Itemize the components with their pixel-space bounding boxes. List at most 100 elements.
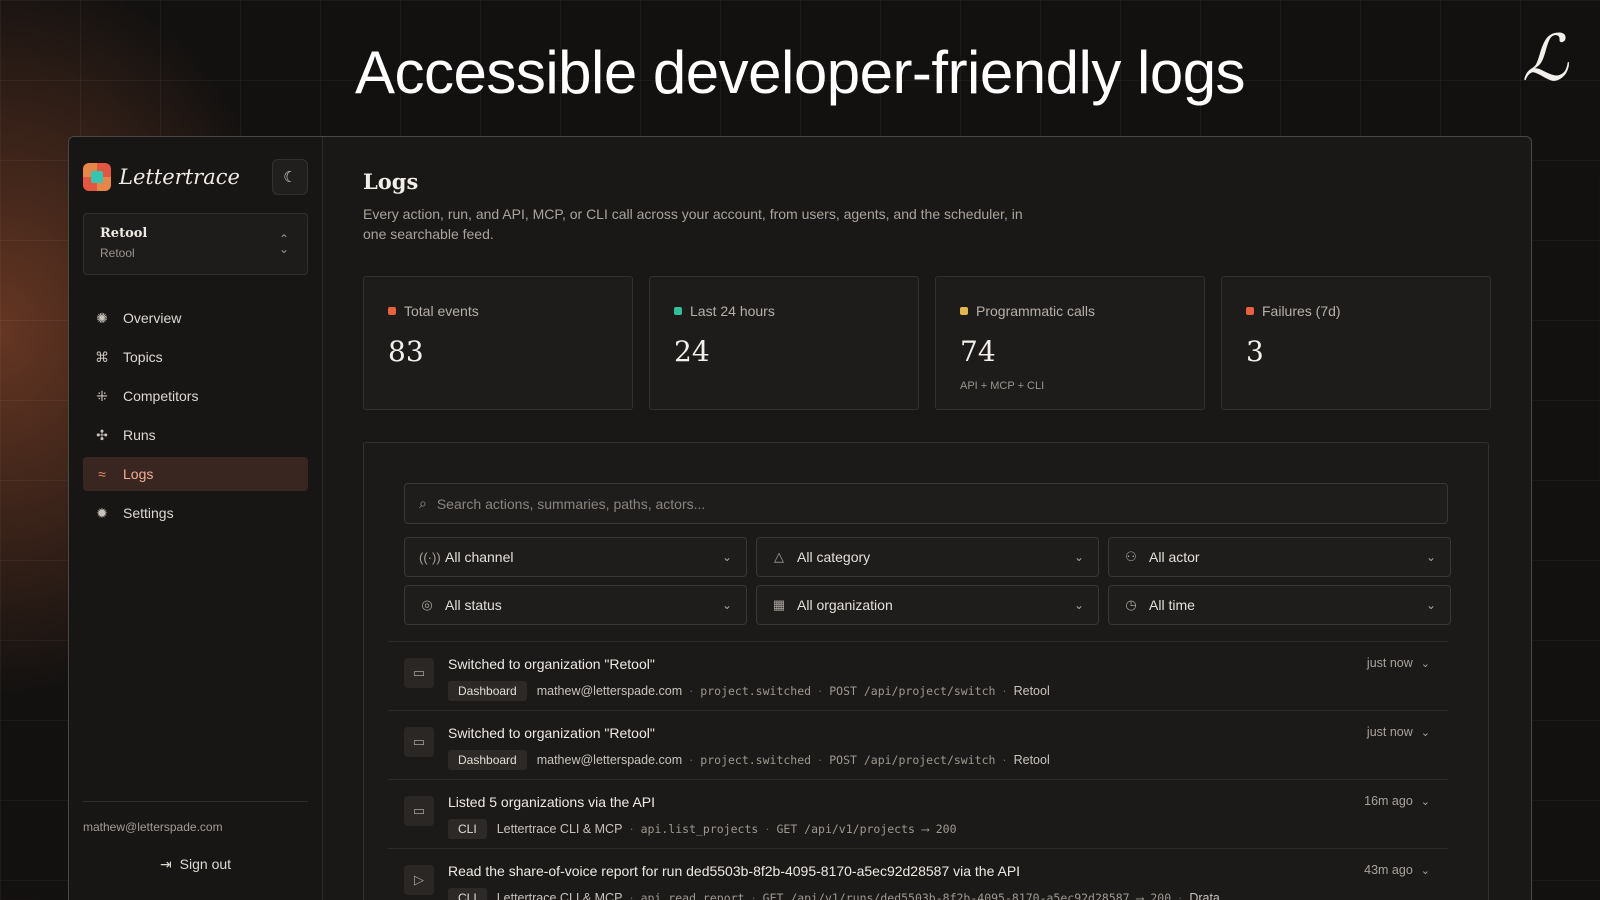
chevron-down-icon: ⌄ — [1420, 658, 1430, 670]
stat-card-programmatic-calls: Programmatic calls 74 API + MCP + CLI — [935, 276, 1205, 410]
stat-value: 3 — [1246, 335, 1264, 368]
time-filter[interactable]: ◷ All time ⌄ — [1108, 585, 1451, 625]
separator-dot: · — [818, 684, 823, 698]
log-list: ▭ Switched to organization "Retool" Dash… — [388, 641, 1448, 900]
category-filter[interactable]: △ All category ⌄ — [756, 537, 1099, 577]
stat-label: Programmatic calls — [976, 303, 1096, 319]
organization-filter[interactable]: ▦ All organization ⌄ — [756, 585, 1099, 625]
channel-tag: CLI — [448, 888, 487, 900]
chevron-down-icon: ⌄ — [721, 598, 732, 612]
log-actor: mathew@letterspade.com — [536, 753, 683, 767]
sidebar-item-settings[interactable]: ✹ Settings — [83, 496, 308, 530]
status-dot-icon — [388, 307, 396, 315]
log-time-label: just now — [1366, 725, 1413, 739]
shapes-icon: △ — [774, 549, 784, 564]
channel-filter[interactable]: ((·)) All channel ⌄ — [404, 537, 747, 577]
status-dot-icon — [674, 307, 682, 315]
sidebar-item-label: Runs — [123, 427, 156, 443]
chevron-up-down-icon: ⌃ ⌄ — [278, 232, 289, 256]
search-bar: ⌕ — [404, 483, 1448, 524]
lettertrace-logo-icon — [83, 163, 111, 191]
sidebar-item-competitors[interactable]: ⁜ Competitors — [83, 379, 308, 413]
brand-row: Lettertrace ☾ — [83, 159, 308, 195]
separator-dot: · — [1002, 684, 1007, 698]
separator-dot: · — [1178, 891, 1183, 900]
sidebar-item-label: Settings — [123, 505, 174, 521]
separator-dot: · — [629, 822, 634, 836]
actor-filter[interactable]: ⚇ All actor ⌄ — [1108, 537, 1451, 577]
stat-card-failures: Failures (7d) 3 — [1221, 276, 1491, 410]
sidebar-item-topics[interactable]: ⌘ Topics — [83, 340, 308, 374]
log-body: Listed 5 organizations via the API CLI L… — [448, 794, 957, 839]
sidebar-item-logs[interactable]: ≈ Logs — [83, 457, 308, 491]
log-title: Read the share-of-voice report for run d… — [448, 863, 1021, 879]
chevron-down-icon: ⌄ — [1420, 865, 1430, 877]
log-time[interactable]: just now ⌄ — [1367, 656, 1430, 670]
status-dot-icon — [1246, 307, 1254, 315]
moon-icon: ☾ — [283, 169, 297, 186]
log-row[interactable]: ▷ Read the share-of-voice report for run… — [388, 848, 1448, 900]
sign-out-button[interactable]: ⇥ Sign out — [83, 856, 308, 873]
folder-icon: ▭ — [404, 796, 434, 826]
filter-label: All category — [797, 549, 871, 565]
sidebar-item-label: Competitors — [123, 388, 199, 404]
log-actor: Lettertrace CLI & MCP — [496, 822, 623, 836]
topics-icon: ⌘ — [95, 348, 109, 365]
log-body: Read the share-of-voice report for run d… — [448, 863, 1220, 900]
log-body: Switched to organization "Retool" Dashbo… — [448, 656, 1050, 701]
chevron-down-icon: ⌄ — [1425, 598, 1436, 612]
organization-switcher[interactable]: Retool Retool ⌃ ⌄ — [83, 213, 308, 275]
log-time[interactable]: 43m ago ⌄ — [1364, 863, 1430, 877]
stat-value: 74 — [960, 335, 996, 368]
channel-tag: CLI — [448, 819, 487, 839]
chevron-down-icon: ⌄ — [1420, 796, 1430, 808]
stat-value: 24 — [674, 335, 710, 368]
stat-label: Last 24 hours — [690, 303, 775, 319]
filter-label: All channel — [445, 549, 514, 565]
sidebar-footer: mathew@letterspade.com ⇥ Sign out — [83, 801, 308, 873]
log-row[interactable]: ▭ Switched to organization "Retool" Dash… — [388, 710, 1448, 779]
brand-name: Lettertrace — [119, 165, 240, 189]
page-title: Logs — [363, 169, 419, 194]
log-request: GET /api/v1/runs/ded5503b-8f2b-4095-8170… — [762, 891, 1172, 900]
clock-icon: ◷ — [1125, 597, 1137, 612]
log-actor: Lettertrace CLI & MCP — [496, 891, 623, 900]
log-extra: Retool — [1013, 684, 1050, 698]
sign-out-label: Sign out — [179, 856, 232, 872]
sidebar-item-runs[interactable]: ✣ Runs — [83, 418, 308, 452]
log-time[interactable]: 16m ago ⌄ — [1364, 794, 1430, 808]
play-icon: ▷ — [404, 865, 434, 895]
org-name: Retool — [100, 226, 148, 241]
log-actor: mathew@letterspade.com — [536, 684, 683, 698]
separator-dot: · — [1002, 753, 1007, 767]
competitors-icon: ⁜ — [96, 387, 108, 404]
overview-icon: ✺ — [96, 309, 108, 326]
log-time-label: 43m ago — [1364, 863, 1413, 877]
filter-label: All organization — [797, 597, 893, 613]
status-filter[interactable]: ◎ All status ⌄ — [404, 585, 747, 625]
search-input[interactable] — [436, 495, 1447, 512]
log-title: Listed 5 organizations via the API — [448, 794, 656, 810]
page-description: Every action, run, and API, MCP, or CLI … — [363, 206, 1023, 242]
sidebar-item-overview[interactable]: ✺ Overview — [83, 301, 308, 335]
sidebar-item-label: Topics — [123, 349, 163, 365]
main-content: Logs Every action, run, and API, MCP, or… — [323, 137, 1531, 900]
log-time[interactable]: just now ⌄ — [1367, 725, 1430, 739]
log-row[interactable]: ▭ Listed 5 organizations via the API CLI… — [388, 779, 1448, 848]
log-request: POST /api/project/switch — [829, 753, 996, 767]
stat-value: 83 — [388, 335, 424, 368]
stat-label: Failures (7d) — [1262, 303, 1341, 319]
theme-toggle-button[interactable]: ☾ — [272, 159, 308, 195]
channel-tag: Dashboard — [448, 681, 527, 701]
log-row[interactable]: ▭ Switched to organization "Retool" Dash… — [388, 641, 1448, 710]
chevron-down-icon: ⌄ — [1073, 550, 1084, 564]
log-meta: Dashboard mathew@letterspade.com · proje… — [448, 750, 1050, 770]
chevron-down-icon: ⌄ — [1420, 727, 1430, 739]
page-headline: Accessible developer-friendly logs — [354, 39, 1246, 106]
stat-card-total-events: Total events 83 — [363, 276, 633, 410]
channel-tag: Dashboard — [448, 750, 527, 770]
log-action: api.list_projects — [640, 822, 759, 836]
status-circle-icon: ◎ — [421, 597, 433, 612]
stat-label: Total events — [404, 303, 479, 319]
log-time-label: just now — [1366, 656, 1413, 670]
